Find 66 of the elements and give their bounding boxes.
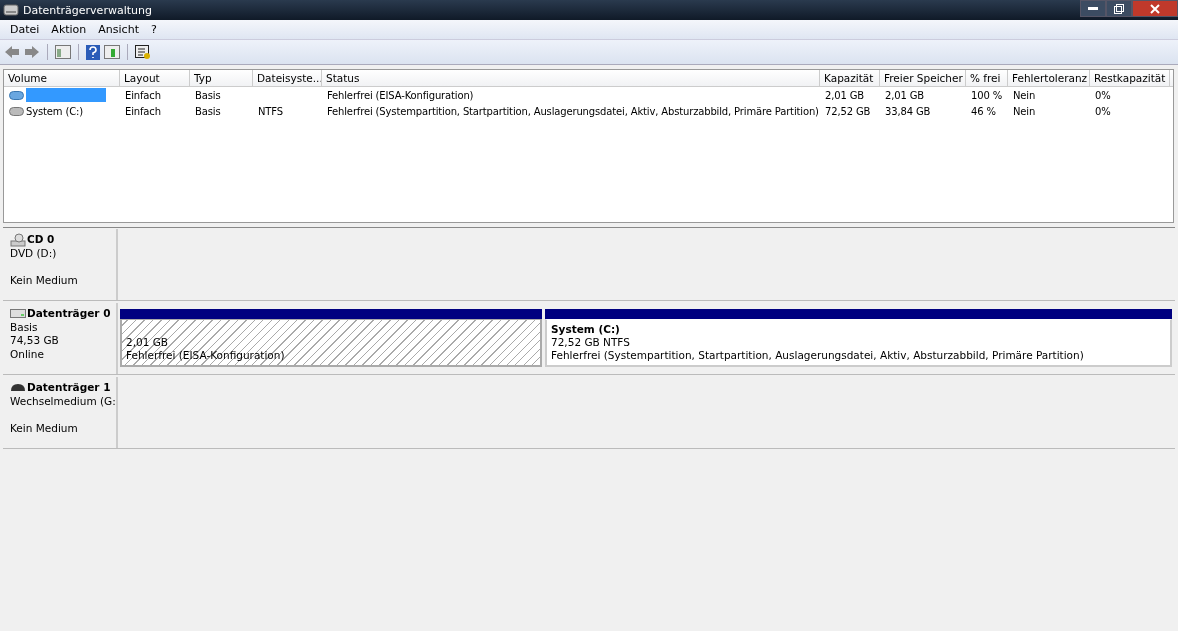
drive-icon	[9, 90, 24, 100]
partition-size: 72,52 GB NTFS	[551, 336, 631, 349]
table-cell: Basis	[195, 105, 221, 117]
removable-drive-icon	[10, 383, 26, 393]
table-cell: 2,01 GB	[885, 89, 924, 101]
table-cell: 72,52 GB	[825, 105, 871, 117]
panel-icon[interactable]	[104, 45, 120, 59]
hard-drive-icon	[10, 309, 26, 319]
maximize-button[interactable]	[1106, 0, 1132, 17]
menu-item[interactable]: Ansicht	[92, 23, 145, 36]
table-cell: NTFS	[258, 105, 283, 117]
disk-name: Datenträger 1	[27, 381, 111, 395]
partition-size: 2,01 GB	[126, 336, 170, 349]
minimize-icon	[1088, 6, 1098, 11]
column-header[interactable]: Status	[322, 70, 820, 86]
table-cell: Basis	[195, 89, 221, 101]
help-icon[interactable]	[86, 44, 100, 60]
cd-drive-icon	[10, 233, 26, 247]
menu-item[interactable]: ?	[144, 23, 163, 36]
column-header[interactable]: Dateisyste...	[253, 70, 322, 86]
table-cell: Nein	[1013, 89, 1036, 101]
disk-info: Wechselmedium (G:	[10, 394, 116, 408]
column-header[interactable]: Typ	[190, 70, 253, 86]
disk-name: Datenträger 0	[27, 307, 111, 321]
disk-info: 74,53 GB	[10, 334, 60, 348]
back-arrow-icon[interactable]	[4, 45, 20, 59]
column-header[interactable]: Kapazität	[820, 70, 880, 86]
partition-title: System (C:)	[551, 323, 621, 336]
table-cell: Nein	[1013, 105, 1036, 117]
table-cell: Fehlerfrei (Systempartition, Startpartition, Auslagerungsdatei, Aktiv, Absturzabbild, Primäre Partition)	[327, 105, 819, 117]
column-header[interactable]: % frei	[966, 70, 1008, 86]
table-cell: 100 %	[971, 89, 1003, 101]
table-cell: 46 %	[971, 105, 996, 117]
column-header[interactable]: Restkapazität	[1090, 70, 1170, 86]
disk-info: Basis	[10, 320, 39, 334]
partition-status: Fehlerfrei (EISA-Konfiguration)	[126, 349, 286, 362]
table-cell: 33,84 GB	[885, 105, 931, 117]
disk-status: Kein Medium	[10, 421, 79, 435]
disk-status: Kein Medium	[10, 274, 79, 288]
disk-info: DVD (D:)	[10, 247, 58, 261]
menu-item[interactable]: Datei	[4, 23, 46, 36]
close-button[interactable]	[1132, 0, 1178, 17]
partition-status: Fehlerfrei (Systempartition, Startpartition, Auslagerungsdatei, Aktiv, Absturzabbild, Primäre Partition)	[551, 349, 1085, 362]
forward-arrow-icon[interactable]	[24, 45, 40, 59]
disk-info: Online	[10, 347, 45, 361]
disk-drive-icon	[3, 3, 19, 17]
table-cell: 0%	[1095, 89, 1111, 101]
table-cell: Fehlerfrei (EISA-Konfiguration)	[327, 89, 474, 101]
close-icon	[1150, 3, 1160, 14]
table-cell: 2,01 GB	[825, 89, 864, 101]
window-title: Datenträgerverwaltung	[23, 3, 153, 17]
table-cell: Einfach	[125, 89, 161, 101]
column-header[interactable]: Freier Speicher	[880, 70, 966, 86]
column-header[interactable]: Fehlertoleranz	[1008, 70, 1090, 86]
properties-icon[interactable]	[135, 44, 151, 60]
menu-item[interactable]: Aktion	[45, 23, 93, 36]
panel-icon[interactable]	[55, 45, 71, 59]
column-header[interactable]: Layout	[120, 70, 190, 86]
table-cell[interactable]: System (C:)	[26, 105, 83, 117]
drive-icon	[9, 106, 24, 116]
column-header[interactable]: Volume	[4, 70, 120, 86]
restore-icon	[1114, 3, 1124, 14]
table-cell: 0%	[1095, 105, 1111, 117]
disk-name: CD 0	[27, 233, 55, 247]
table-cell: Einfach	[125, 105, 161, 117]
minimize-button[interactable]	[1080, 0, 1106, 17]
